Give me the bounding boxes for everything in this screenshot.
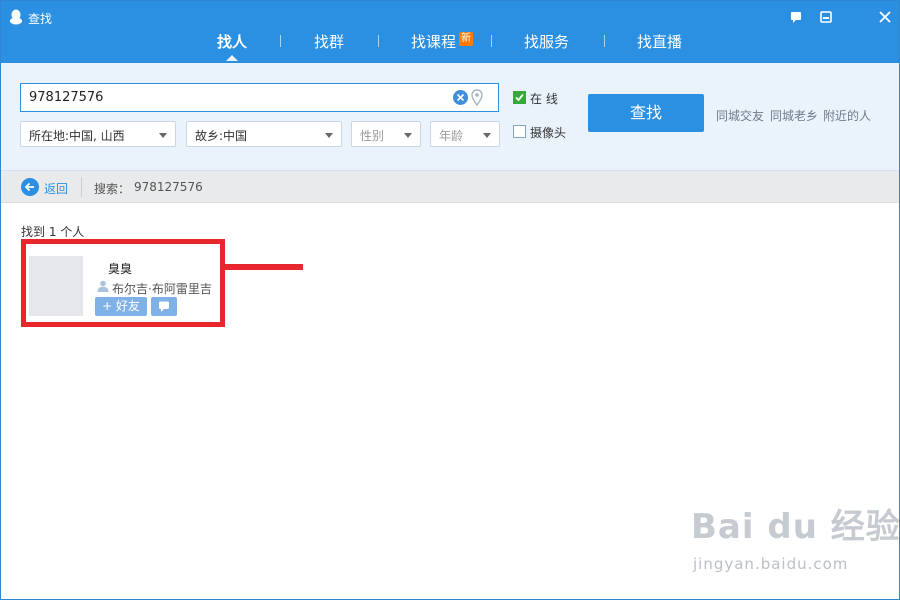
online-label: 在 线: [530, 92, 558, 106]
link-hometown-fellows[interactable]: 同城老乡: [770, 107, 818, 124]
chevron-down-icon: [325, 133, 333, 138]
find-window: 查找 找人 找群 找课程新 找服务 找直播 978127576 所在地:中国, …: [0, 0, 900, 600]
user-icon: [97, 280, 109, 292]
back-arrow-icon[interactable]: [21, 178, 39, 196]
baidu-watermark: Bai du 经验 jingyan.baidu.com: [691, 499, 899, 579]
hometown-select[interactable]: 故乡:中国: [186, 121, 342, 147]
watermark-url: jingyan.baidu.com: [693, 555, 849, 573]
search-panel: 978127576 所在地:中国, 山西 故乡:中国 性别 年龄 在 线 摄像头…: [1, 63, 899, 171]
nav-divider: [280, 35, 281, 47]
result-count: 找到 1 个人: [21, 225, 85, 239]
nav-tabs: 找人 找群 找课程新 找服务 找直播: [1, 25, 899, 63]
online-checkbox[interactable]: [513, 91, 526, 104]
checkmark-icon: [515, 93, 524, 102]
result-nickname[interactable]: 臭臭: [108, 260, 132, 277]
location-select[interactable]: 所在地:中国, 山西: [20, 121, 176, 147]
link-nearby-people[interactable]: 附近的人: [823, 107, 871, 124]
result-card[interactable]: 臭臭 布尔吉·布阿雷里吉 + 好友: [21, 239, 225, 327]
gender-select[interactable]: 性别: [351, 121, 421, 147]
close-icon[interactable]: [877, 9, 893, 25]
location-select-value: 所在地:中国, 山西: [29, 129, 125, 143]
back-button[interactable]: 返回: [44, 180, 68, 197]
nav-divider: [491, 35, 492, 47]
tab-find-people[interactable]: 找人: [217, 29, 247, 55]
active-tab-indicator: [226, 55, 238, 61]
camera-label: 摄像头: [530, 126, 567, 140]
camera-checkbox[interactable]: [513, 125, 526, 138]
location-pin-icon[interactable]: [471, 89, 483, 106]
qq-penguin-icon: [10, 9, 22, 25]
header: 查找 找人 找群 找课程新 找服务 找直播: [1, 1, 899, 63]
search-input-value: 978127576: [29, 90, 104, 105]
breadcrumb-search-value: 978127576: [134, 180, 203, 194]
nav-divider: [604, 35, 605, 47]
tab-find-courses-label: 找课程: [411, 33, 457, 51]
search-input[interactable]: 978127576: [20, 83, 499, 112]
new-badge: 新: [459, 32, 474, 46]
age-select-value: 年龄: [439, 129, 464, 143]
breadcrumb-divider: [81, 177, 82, 197]
chevron-down-icon: [483, 133, 491, 138]
feedback-icon[interactable]: [788, 9, 804, 25]
add-friend-button[interactable]: + 好友: [95, 297, 147, 316]
age-select[interactable]: 年龄: [430, 121, 500, 147]
tab-find-services[interactable]: 找服务: [524, 29, 569, 55]
gender-select-value: 性别: [360, 129, 385, 143]
chevron-down-icon: [404, 133, 412, 138]
highlight-marker: [225, 264, 303, 270]
nav-divider: [378, 35, 379, 47]
tab-find-courses[interactable]: 找课程新: [411, 29, 474, 55]
result-location: 布尔吉·布阿雷里吉: [112, 282, 212, 296]
clear-icon[interactable]: [453, 90, 468, 105]
avatar[interactable]: [29, 256, 83, 316]
breadcrumb: 返回 搜索： 978127576: [1, 171, 899, 203]
hometown-select-value: 故乡:中国: [195, 129, 248, 143]
tab-find-groups[interactable]: 找群: [314, 29, 344, 55]
breadcrumb-search-label: 搜索：: [94, 182, 131, 196]
search-button[interactable]: 查找: [588, 94, 704, 132]
watermark-logo: Bai du 经验: [691, 507, 900, 547]
message-button[interactable]: [151, 297, 177, 316]
link-local-friends[interactable]: 同城交友: [716, 107, 764, 124]
chevron-down-icon: [159, 133, 167, 138]
minimize-icon[interactable]: [818, 9, 834, 25]
tab-find-live[interactable]: 找直播: [637, 29, 682, 55]
chat-bubble-icon: [159, 301, 169, 312]
